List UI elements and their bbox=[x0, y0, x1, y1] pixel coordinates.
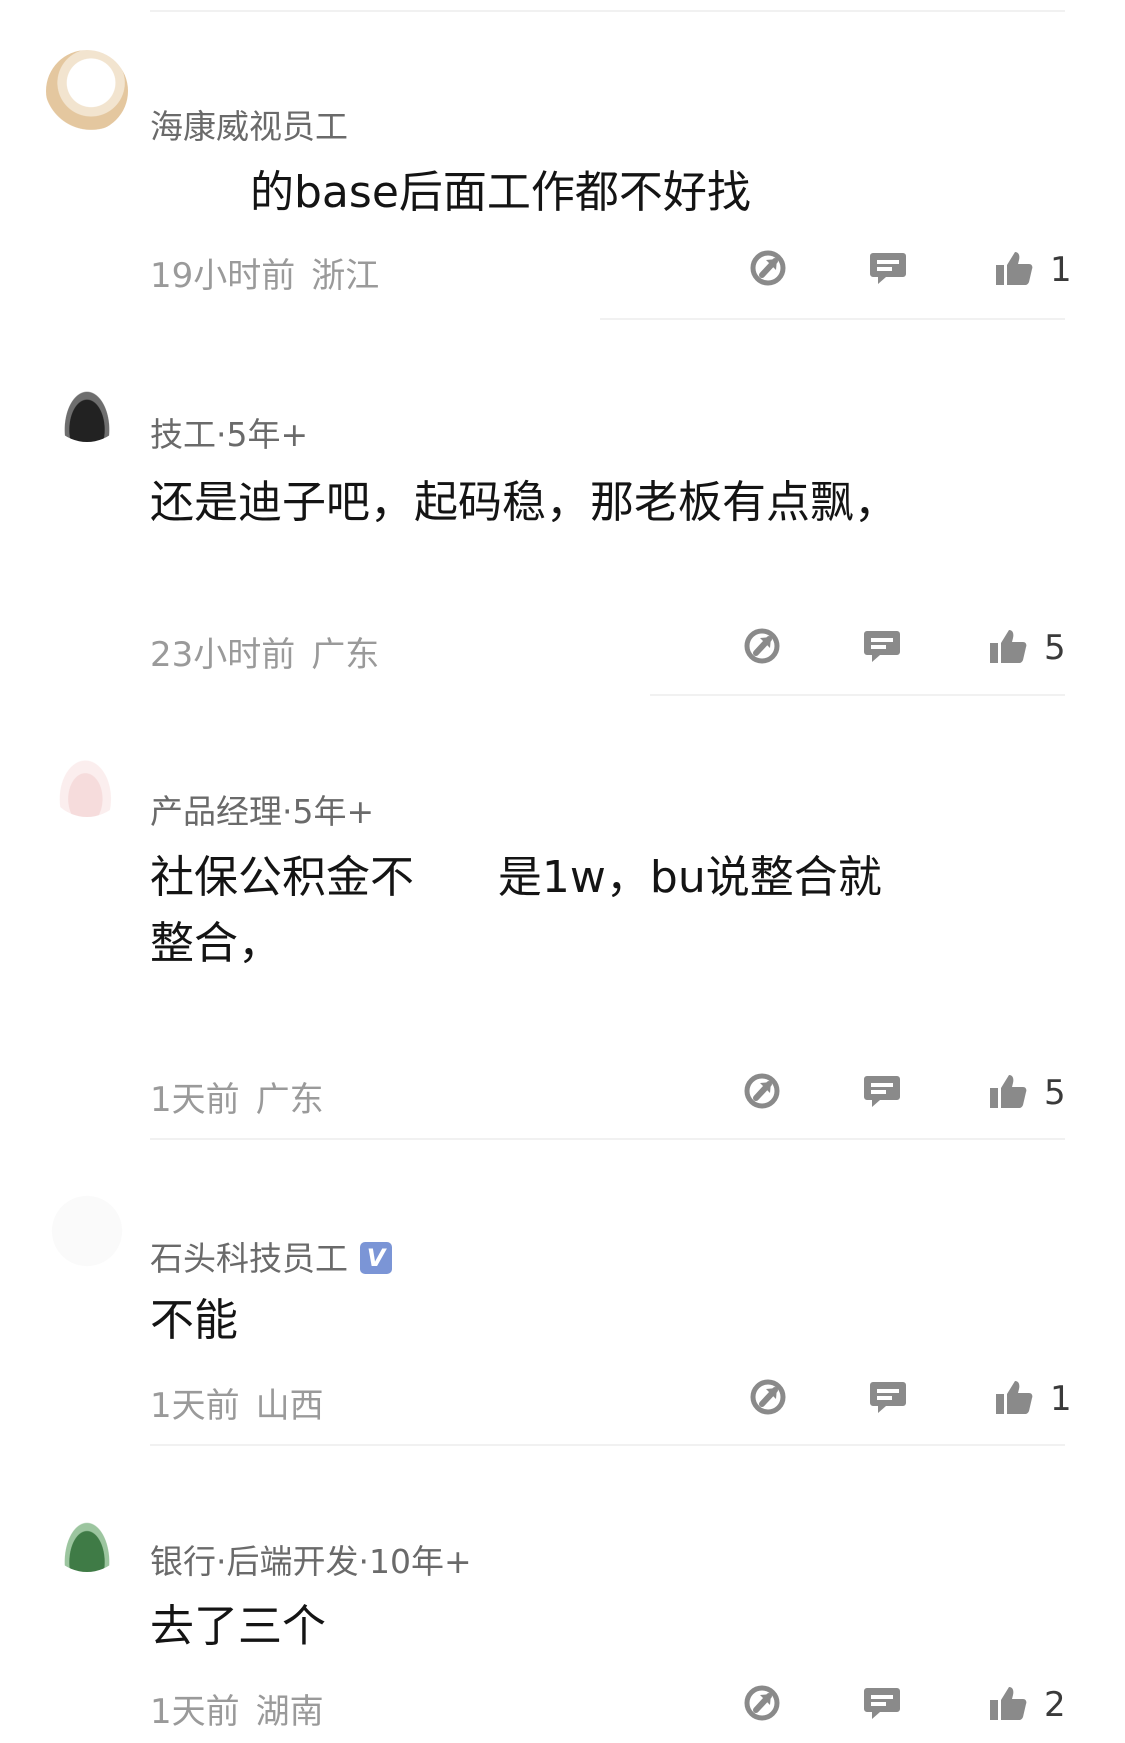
share-button[interactable] bbox=[748, 1377, 788, 1417]
comment-author[interactable]: 产品经理·5年+ bbox=[150, 785, 374, 833]
like-button[interactable] bbox=[988, 626, 1028, 666]
comment-author[interactable]: 石头科技员工 V bbox=[150, 1232, 392, 1280]
verified-badge-icon: V bbox=[360, 1241, 392, 1274]
thumbs-up-icon bbox=[990, 630, 1027, 663]
share-button[interactable] bbox=[742, 1683, 782, 1723]
share-button[interactable] bbox=[748, 248, 788, 288]
comment-region: 广东 bbox=[311, 635, 380, 675]
thumbs-up-icon bbox=[990, 1075, 1027, 1108]
reply-button[interactable] bbox=[862, 1683, 902, 1723]
comment-content: 的base后面工作都不好找 bbox=[250, 167, 751, 218]
like-count: 1 bbox=[1050, 250, 1072, 290]
like-count: 5 bbox=[1044, 1073, 1066, 1113]
comment-content: 社保公积金不 是1w，bu说整合就 整合， bbox=[150, 852, 882, 969]
comment-region: 广东 bbox=[255, 1080, 324, 1120]
comment-author-name: 石头科技员工 bbox=[150, 1239, 348, 1278]
comment-meta: 19小时前 浙江 bbox=[150, 248, 379, 297]
comment-meta: 1天前 湖南 bbox=[150, 1684, 324, 1733]
avatar[interactable] bbox=[46, 360, 128, 442]
comment-author[interactable]: 技工·5年+ bbox=[150, 408, 308, 456]
share-icon bbox=[750, 1379, 786, 1415]
comment-divider bbox=[650, 694, 1065, 696]
comment-divider bbox=[150, 1138, 1065, 1140]
comment-time: 1天前 bbox=[150, 1692, 240, 1732]
comment-meta: 23小时前 广东 bbox=[150, 627, 379, 676]
like-button[interactable] bbox=[988, 1683, 1028, 1723]
share-icon bbox=[744, 628, 780, 664]
share-button[interactable] bbox=[742, 1071, 782, 1111]
like-button[interactable] bbox=[988, 1071, 1028, 1111]
comment-author[interactable]: 海康威视员工 bbox=[150, 100, 348, 148]
like-button[interactable] bbox=[994, 1377, 1034, 1417]
comment-icon bbox=[870, 1382, 906, 1413]
avatar[interactable] bbox=[46, 735, 128, 817]
thumbs-up-icon bbox=[990, 1687, 1027, 1720]
share-icon bbox=[744, 1073, 780, 1109]
comment-region: 湖南 bbox=[255, 1692, 324, 1732]
like-count: 2 bbox=[1044, 1685, 1066, 1725]
comment-content: 去了三个 bbox=[150, 1601, 326, 1652]
top-divider bbox=[150, 10, 1065, 12]
like-count: 1 bbox=[1050, 1379, 1072, 1419]
comment-meta: 1天前 山西 bbox=[150, 1378, 324, 1427]
comment-author[interactable]: 银行·后端开发·10年+ bbox=[150, 1535, 472, 1583]
comment-time: 23小时前 bbox=[150, 635, 296, 675]
share-icon bbox=[750, 250, 786, 286]
comment-meta: 1天前 广东 bbox=[150, 1072, 324, 1121]
reply-button[interactable] bbox=[862, 626, 902, 666]
like-count: 5 bbox=[1044, 628, 1066, 668]
avatar[interactable] bbox=[46, 1190, 128, 1272]
comment-icon bbox=[864, 1688, 900, 1719]
comment-time: 1天前 bbox=[150, 1080, 240, 1120]
thumbs-up-icon bbox=[996, 1381, 1033, 1414]
comment-divider bbox=[150, 1444, 1065, 1446]
avatar[interactable] bbox=[46, 50, 128, 132]
reply-button[interactable] bbox=[868, 1377, 908, 1417]
comment-icon bbox=[870, 253, 906, 284]
comment-divider bbox=[600, 318, 1065, 320]
comment-content: 不能 bbox=[150, 1295, 238, 1346]
comment-region: 山西 bbox=[255, 1386, 324, 1426]
reply-button[interactable] bbox=[862, 1071, 902, 1111]
share-button[interactable] bbox=[742, 626, 782, 666]
comment-icon bbox=[864, 631, 900, 662]
thumbs-up-icon bbox=[996, 252, 1033, 285]
reply-button[interactable] bbox=[868, 248, 908, 288]
comment-content: 还是迪子吧，起码稳，那老板有点飘， bbox=[150, 477, 898, 528]
comment-time: 19小时前 bbox=[150, 256, 296, 296]
comment-icon bbox=[864, 1076, 900, 1107]
like-button[interactable] bbox=[994, 248, 1034, 288]
comment-time: 1天前 bbox=[150, 1386, 240, 1426]
share-icon bbox=[744, 1685, 780, 1721]
comment-region: 浙江 bbox=[311, 256, 380, 296]
avatar[interactable] bbox=[46, 1490, 128, 1572]
